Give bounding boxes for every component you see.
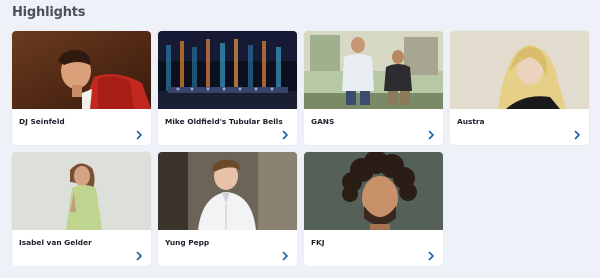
card-title: DJ Seinfeld xyxy=(19,117,65,126)
card-title: GANS xyxy=(311,117,335,126)
card-thumbnail xyxy=(304,152,443,230)
card-thumbnail xyxy=(12,152,151,230)
card-thumbnail xyxy=(158,31,297,109)
card-title: FKJ xyxy=(311,238,325,247)
highlight-card-fkj[interactable]: FKJ xyxy=(304,152,443,266)
card-title: Austra xyxy=(457,117,485,126)
chevron-right-icon[interactable] xyxy=(280,251,290,261)
card-title: Isabel van Gelder xyxy=(19,238,92,247)
chevron-right-icon[interactable] xyxy=(134,251,144,261)
card-title: Yung Pepp xyxy=(165,238,210,247)
chevron-right-icon[interactable] xyxy=(426,251,436,261)
highlight-card-tubular-bells[interactable]: Mike Oldfield's Tubular Bells xyxy=(158,31,297,145)
card-title: Mike Oldfield's Tubular Bells xyxy=(165,117,283,126)
card-thumbnail xyxy=(304,31,443,109)
chevron-right-icon[interactable] xyxy=(572,130,582,140)
card-thumbnail xyxy=(158,152,297,230)
highlight-card-yung-pepp[interactable]: Yung Pepp xyxy=(158,152,297,266)
highlight-card-dj-seinfeld[interactable]: DJ Seinfeld xyxy=(12,31,151,145)
card-thumbnail xyxy=(450,31,589,109)
card-thumbnail xyxy=(12,31,151,109)
highlight-card-isabel-van-gelder[interactable]: Isabel van Gelder xyxy=(12,152,151,266)
highlight-card-gans[interactable]: GANS xyxy=(304,31,443,145)
highlights-grid: DJ Seinfeld Mike Oldfield's Tubular Bell… xyxy=(12,31,589,266)
chevron-right-icon[interactable] xyxy=(134,130,144,140)
chevron-right-icon[interactable] xyxy=(280,130,290,140)
section-title: Highlights xyxy=(12,5,86,20)
highlight-card-austra[interactable]: Austra xyxy=(450,31,589,145)
chevron-right-icon[interactable] xyxy=(426,130,436,140)
